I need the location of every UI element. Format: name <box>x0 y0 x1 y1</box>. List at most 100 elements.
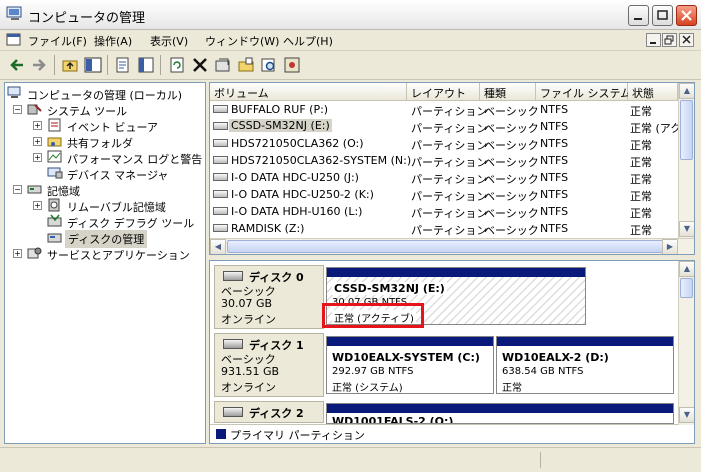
status-separator <box>540 452 541 468</box>
annotation-highlight <box>322 303 424 328</box>
partition-wd10-system[interactable]: WD10EALX-SYSTEM (C:) 292.97 GB NTFS 正常 (… <box>326 336 494 394</box>
properties-icon[interactable] <box>114 56 132 74</box>
volume-status: 正常 <box>630 156 652 169</box>
volume-type: ベーシック <box>484 190 539 203</box>
scroll-left-icon[interactable]: ◀ <box>210 239 226 254</box>
child-restore-button[interactable] <box>662 33 677 47</box>
back-arrow-icon[interactable] <box>8 56 26 74</box>
volume-list[interactable]: ボリューム レイアウト 種類 ファイル システム 状態 BUFFALO RUF … <box>209 82 695 255</box>
toolbar-separator <box>107 55 108 75</box>
disk-0-info[interactable]: ディスク 0 ベーシック 30.07 GB オンライン <box>214 265 324 329</box>
volume-filesystem: NTFS <box>540 171 569 184</box>
disk-drive-icon <box>223 407 243 417</box>
tree-item-label: イベント ビューア <box>67 121 159 134</box>
menu-action[interactable]: 操作(A) <box>94 33 132 49</box>
expand-toggle[interactable]: + <box>33 153 42 162</box>
forward-arrow-icon[interactable] <box>30 56 48 74</box>
partition-detail: 638.54 GB NTFS <box>502 366 584 377</box>
expand-toggle[interactable]: + <box>33 121 42 130</box>
table-row[interactable]: BUFFALO RUF (P:) パーティション ベーシック NTFS 正常 <box>210 101 680 118</box>
menu-file[interactable]: ファイル(F) <box>28 33 87 49</box>
table-row[interactable]: I-O DATA HDC-U250-2 (K:) パーティション ベーシック N… <box>210 186 680 203</box>
scroll-thumb[interactable] <box>680 100 693 160</box>
scroll-down-icon[interactable]: ▼ <box>679 407 694 423</box>
scroll-up-icon[interactable]: ▲ <box>679 83 694 99</box>
maximize-icon <box>657 10 668 20</box>
event-viewer-icon <box>48 118 61 132</box>
volume-filesystem: NTFS <box>540 154 569 167</box>
table-row[interactable]: CSSD-SM32NJ (E:) パーティション ベーシック NTFS 正常 (… <box>210 118 681 135</box>
disk-2-info[interactable]: ディスク 2 <box>214 401 324 423</box>
scroll-right-icon[interactable]: ▶ <box>662 239 678 254</box>
close-button[interactable] <box>676 5 697 26</box>
menu-help[interactable]: ヘルプ(H) <box>283 33 333 49</box>
table-row[interactable]: I-O DATA HDH-U160 (L:) パーティション ベーシック NTF… <box>210 203 680 220</box>
collapse-toggle[interactable]: − <box>13 105 22 114</box>
device-manager-icon <box>47 167 63 179</box>
column-header-filesystem[interactable]: ファイル システム <box>536 83 631 101</box>
volume-status: 正常 <box>630 207 652 220</box>
volume-type: ベーシック <box>484 105 539 118</box>
removable-storage-icon <box>48 198 60 212</box>
disk-status: オンライン <box>221 313 276 326</box>
disk-map[interactable]: ディスク 0 ベーシック 30.07 GB オンライン CSSD-SM32NJ … <box>209 260 695 444</box>
column-header-type[interactable]: 種類 <box>480 83 536 101</box>
column-header-status[interactable]: 状態 <box>628 83 678 101</box>
volume-type: ベーシック <box>484 156 539 169</box>
column-header-volume[interactable]: ボリューム <box>210 83 407 101</box>
tree-item-label: ディスク デフラグ ツール <box>67 217 195 230</box>
volume-layout: パーティション <box>411 122 488 135</box>
disk-1-info[interactable]: ディスク 1 ベーシック 931.51 GB オンライン <box>214 333 324 397</box>
partition-wd10-2[interactable]: WD10EALX-2 (D:) 638.54 GB NTFS 正常 <box>496 336 674 394</box>
vertical-scrollbar[interactable]: ▲ ▼ <box>678 83 694 238</box>
volume-type: ベーシック <box>484 139 539 152</box>
partition-wd1001[interactable]: WD1001FALS-2 (Q:) <box>326 403 674 424</box>
partition-bar <box>327 337 493 346</box>
volume-filesystem: NTFS <box>540 205 569 218</box>
disk-settings-icon[interactable] <box>283 56 301 74</box>
expand-toggle[interactable]: + <box>13 249 22 258</box>
shared-folder-icon <box>47 137 62 147</box>
expand-toggle[interactable]: + <box>33 201 42 210</box>
partition-bar <box>327 268 585 277</box>
table-row[interactable]: HDS721050CLA362 (O:) パーティション ベーシック NTFS … <box>210 135 680 152</box>
search-icon[interactable] <box>260 56 278 74</box>
menu-view[interactable]: 表示(V) <box>150 33 188 49</box>
table-row[interactable]: HDS721050CLA362-SYSTEM (N:) パーティション ベーシッ… <box>210 152 680 169</box>
delete-icon[interactable] <box>191 56 209 74</box>
horizontal-scrollbar[interactable]: ◀ ▶ <box>210 238 694 254</box>
computer-management-icon <box>7 86 21 98</box>
table-row[interactable]: I-O DATA HDC-U250 (J:) パーティション ベーシック NTF… <box>210 169 680 186</box>
properties-sheet-icon[interactable] <box>214 56 232 74</box>
collapse-toggle[interactable]: − <box>13 185 22 194</box>
window-title: コンピュータの管理 <box>28 11 146 26</box>
restore-icon <box>664 35 674 45</box>
show-hide-tree-icon[interactable] <box>84 56 102 74</box>
volume-layout: パーティション <box>411 156 488 169</box>
volume-layout: パーティション <box>411 139 488 152</box>
tree-item-label: リムーバブル記憶域 <box>67 201 166 214</box>
up-folder-icon[interactable] <box>61 56 79 74</box>
minimize-button[interactable] <box>628 5 649 26</box>
volume-layout: パーティション <box>411 207 488 220</box>
child-close-button[interactable] <box>679 33 694 47</box>
toolbar-separator <box>160 55 161 75</box>
scroll-down-icon[interactable]: ▼ <box>679 221 694 237</box>
refresh-icon[interactable] <box>168 56 186 74</box>
console-tree[interactable]: コンピュータの管理 (ローカル) − システム ツール + イベント ビューア … <box>4 82 206 444</box>
child-minimize-button[interactable] <box>646 33 661 47</box>
volume-icon <box>213 105 228 113</box>
maximize-button[interactable] <box>652 5 673 26</box>
scroll-thumb[interactable] <box>680 278 693 298</box>
table-row[interactable]: RAMDISK (Z:) パーティション ベーシック NTFS 正常 <box>210 220 680 237</box>
menu-window[interactable]: ウィンドウ(W) <box>205 33 279 49</box>
vertical-scrollbar[interactable]: ▲ ▼ <box>678 261 694 425</box>
scroll-up-icon[interactable]: ▲ <box>679 261 694 277</box>
expand-toggle[interactable]: + <box>33 137 42 146</box>
title-bar[interactable]: コンピュータの管理 <box>0 0 701 30</box>
scroll-thumb[interactable] <box>227 240 667 253</box>
tree-item-label: 共有フォルダ <box>67 137 133 150</box>
open-folder-icon[interactable] <box>237 56 255 74</box>
column-header-layout[interactable]: レイアウト <box>407 83 480 101</box>
help-icon[interactable] <box>137 56 155 74</box>
